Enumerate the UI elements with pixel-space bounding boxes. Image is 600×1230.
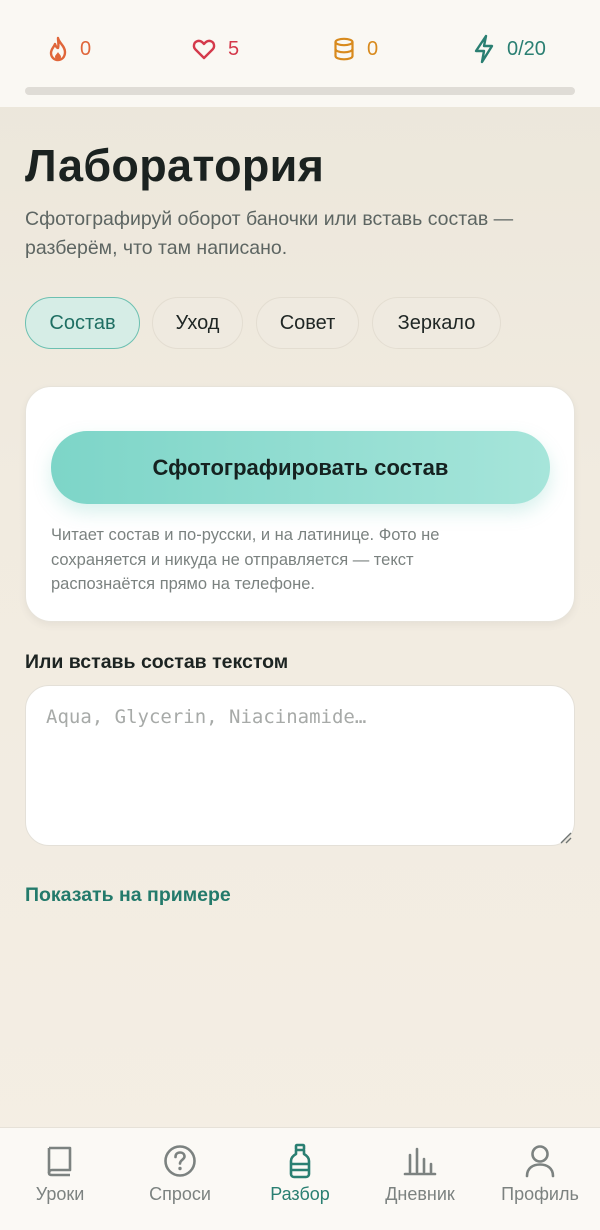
tab-sovet[interactable]: Совет: [256, 297, 359, 349]
nav-item-ask[interactable]: Спроси: [120, 1142, 240, 1222]
coins-stat: 0: [333, 33, 378, 65]
show-example-link[interactable]: Показать на примере: [25, 884, 231, 907]
book-icon: [45, 1142, 75, 1180]
energy-value: 0/20: [507, 37, 546, 60]
bottle-icon: [288, 1142, 312, 1180]
user-icon: [524, 1142, 556, 1180]
daily-progress-bar: [25, 87, 575, 95]
nav-item-lessons[interactable]: Уроки: [0, 1142, 120, 1222]
nav-item-profile[interactable]: Профиль: [480, 1142, 600, 1222]
chart-icon: [402, 1142, 438, 1180]
streak-value: 0: [80, 37, 92, 60]
paste-label: Или вставь состав текстом: [25, 651, 289, 673]
stats-bar: 0 5 0 0/20: [0, 0, 600, 107]
streak-stat: 0: [48, 33, 91, 65]
fire-icon: [48, 36, 68, 62]
tab-ukhod[interactable]: Уход: [152, 297, 243, 349]
scan-privacy-note: Читает состав и по-русски, и на латинице…: [51, 526, 440, 593]
lab-screen: 0 5 0 0/20 Лаборатория Сфотографируй обо…: [0, 0, 600, 1230]
coins-value: 0: [367, 37, 379, 60]
heart-icon: [192, 38, 216, 60]
photo-ingredients-button[interactable]: Сфотографировать состав: [51, 431, 550, 504]
lives-value: 5: [228, 37, 240, 60]
nav-item-analysis[interactable]: Разбор: [240, 1142, 360, 1222]
resize-handle-icon[interactable]: [558, 830, 572, 844]
coins-icon: [333, 37, 355, 61]
scan-card: Сфотографировать состав Читает состав и …: [25, 386, 575, 622]
energy-stat: 0/20: [473, 33, 546, 65]
nav-label-profile: Профиль: [501, 1184, 579, 1204]
bottom-navigation: Уроки Спроси Разбор Дневник Профиль: [0, 1127, 600, 1230]
ingredients-textarea[interactable]: [25, 685, 575, 846]
tab-sostav[interactable]: Состав: [25, 297, 140, 349]
lightning-icon: [473, 34, 495, 64]
nav-label-diary: Дневник: [385, 1184, 455, 1204]
nav-item-diary[interactable]: Дневник: [360, 1142, 480, 1222]
tab-zerkalo[interactable]: Зеркало: [372, 297, 501, 349]
question-icon: [163, 1142, 197, 1180]
lives-stat: 5: [192, 33, 239, 65]
nav-label-lessons: Уроки: [35, 1184, 85, 1204]
nav-label-analysis: Разбор: [270, 1184, 330, 1204]
page-title: Лаборатория: [25, 140, 325, 191]
page-subtitle: Сфотографируй оборот баночки или вставь …: [25, 208, 514, 259]
nav-label-ask: Спроси: [149, 1184, 211, 1204]
